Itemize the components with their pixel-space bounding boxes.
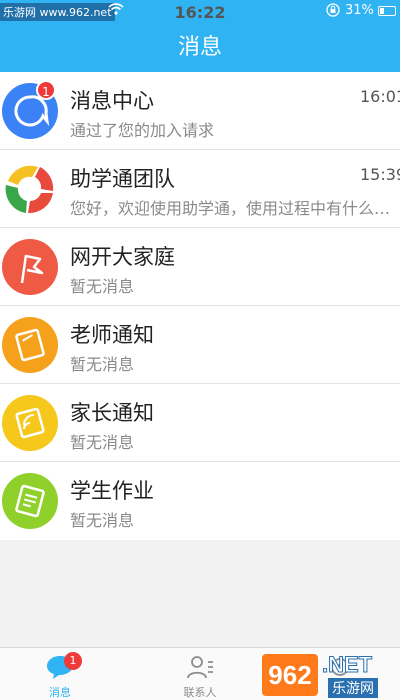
contacts-icon [185, 654, 215, 680]
homework-icon [2, 473, 58, 529]
rotation-lock-icon [326, 3, 340, 20]
conversation-preview: 暂无消息 [70, 355, 135, 374]
conversation-time: 16:01 [360, 87, 400, 106]
conversation-preview: 通过了您的加入请求 [70, 121, 215, 140]
list-item-message-center[interactable]: 1 消息中心 16:01 通过了您的加入请求 [0, 72, 400, 150]
top-bar: 乐游网 www.962.net 16:22 31% 消息 [0, 0, 400, 72]
list-item-homework[interactable]: 学生作业 暂无消息 [0, 462, 400, 540]
tab-contacts[interactable]: 联系人 [160, 648, 240, 700]
tab-label: 联系人 [183, 686, 217, 699]
watermark-cn: 乐游网 [328, 678, 378, 698]
conversation-title: 老师通知 [70, 323, 154, 347]
team-logo-icon [2, 161, 58, 217]
conversation-preview: 暂无消息 [70, 511, 135, 530]
flag-icon [2, 239, 58, 295]
page-title: 消息 [177, 35, 222, 60]
watermark-logo: 962 .NET 乐游网 [262, 652, 398, 698]
battery-icon [378, 6, 396, 16]
list-item-parent-notice[interactable]: 家长通知 暂无消息 [0, 384, 400, 462]
tab-label: 消息 [49, 686, 71, 699]
conversation-preview: 暂无消息 [70, 277, 135, 296]
conversation-title: 网开大家庭 [70, 245, 175, 269]
unread-badge: 1 [36, 80, 56, 100]
conversation-time: 15:39 [360, 165, 400, 184]
conversation-title: 助学通团队 [70, 167, 175, 191]
list-item-team[interactable]: 助学通团队 15:39 您好，欢迎使用助学通，使用过程中有什么问题 [0, 150, 400, 228]
conversation-title: 消息中心 [70, 89, 154, 113]
tab-unread-badge: 1 [64, 652, 82, 670]
signal-card-icon [2, 395, 58, 451]
status-bar: 乐游网 www.962.net 16:22 31% [0, 0, 400, 24]
conversation-title: 学生作业 [70, 479, 154, 503]
conversation-list: 1 消息中心 16:01 通过了您的加入请求 助学通团队 15:39 您好，欢迎… [0, 72, 400, 540]
tab-messages[interactable]: 1 消息 [20, 648, 100, 700]
watermark-brand: 962 [262, 654, 318, 696]
conversation-preview: 您好，欢迎使用助学通，使用过程中有什么问题 [70, 199, 400, 218]
notice-card-icon [2, 317, 58, 373]
list-item-teacher-notice[interactable]: 老师通知 暂无消息 [0, 306, 400, 384]
battery-percent: 31% [345, 3, 374, 18]
clock: 16:22 [174, 3, 226, 22]
conversation-preview: 暂无消息 [70, 433, 135, 452]
list-item-family[interactable]: 网开大家庭 暂无消息 [0, 228, 400, 306]
conversation-title: 家长通知 [70, 401, 154, 425]
watermark-net: .NET [321, 652, 373, 678]
